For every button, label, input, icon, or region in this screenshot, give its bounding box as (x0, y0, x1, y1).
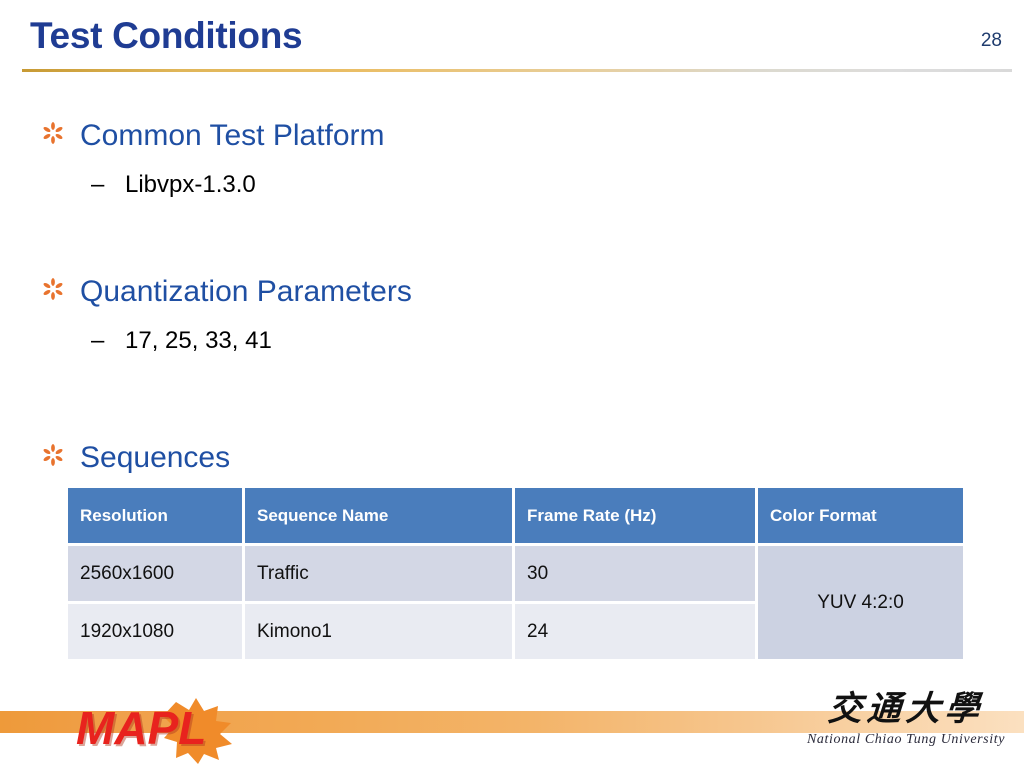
page-number: 28 (980, 30, 1002, 51)
dash-marker-icon: – (91, 171, 105, 198)
bullet-heading-label: Sequences (80, 441, 231, 474)
table-header-row: Resolution Sequence Name Frame Rate (Hz)… (68, 488, 963, 546)
cell-sequence-name: Kimono1 (245, 604, 515, 659)
svg-text:MAPL: MAPL (76, 702, 206, 754)
bullet-sub-label: 17, 25, 33, 41 (125, 327, 272, 354)
bullet-heading-label: Quantization Parameters (80, 275, 412, 308)
column-header-color-format: Color Format (758, 488, 963, 546)
column-header-resolution: Resolution (68, 488, 245, 546)
bullet-heading-sequences: Sequences (36, 440, 976, 476)
mapl-logo: MAPL MAPL (58, 694, 258, 766)
asterisk-bullet-icon (40, 442, 66, 472)
column-header-frame-rate: Frame Rate (Hz) (515, 488, 758, 546)
bullet-heading-label: Common Test Platform (80, 119, 385, 152)
bullet-heading-platform: Common Test Platform (36, 118, 976, 154)
cell-sequence-name: Traffic (245, 546, 515, 604)
asterisk-bullet-icon (40, 276, 66, 306)
dash-marker-icon: – (91, 327, 105, 354)
bullet-sub-label: Libvpx-1.3.0 (125, 171, 256, 198)
nctu-logo-chinese: 交通大學 (826, 691, 986, 728)
bullet-group-platform: Common Test Platform – Libvpx-1.3.0 (36, 118, 976, 200)
bullet-sub-qp: – 17, 25, 33, 41 (36, 326, 976, 356)
bullet-group-qp: Quantization Parameters – 17, 25, 33, 41 (36, 274, 976, 356)
bullet-group-sequences: Sequences (36, 440, 976, 476)
sequences-table: Resolution Sequence Name Frame Rate (Hz)… (68, 488, 963, 659)
cell-color-format: YUV 4:2:0 (758, 546, 963, 659)
column-header-sequence-name: Sequence Name (245, 488, 515, 546)
slide-canvas: Test Conditions 28 Common Test Platform … (0, 0, 1024, 768)
cell-frame-rate: 30 (515, 546, 758, 604)
cell-frame-rate: 24 (515, 604, 758, 659)
cell-resolution: 2560x1600 (68, 546, 245, 604)
table-row: 2560x1600 Traffic 30 YUV 4:2:0 (68, 546, 963, 659)
nctu-logo: 交通大學 National Chiao Tung University (806, 690, 1006, 766)
nctu-logo-english: National Chiao Tung University (806, 732, 1006, 747)
cell-resolution: 1920x1080 (68, 604, 245, 659)
asterisk-bullet-icon (40, 120, 66, 150)
bullet-sub-platform: – Libvpx-1.3.0 (36, 170, 976, 200)
page-title: Test Conditions (30, 15, 303, 56)
title-divider (22, 69, 1012, 72)
bullet-heading-qp: Quantization Parameters (36, 274, 976, 310)
